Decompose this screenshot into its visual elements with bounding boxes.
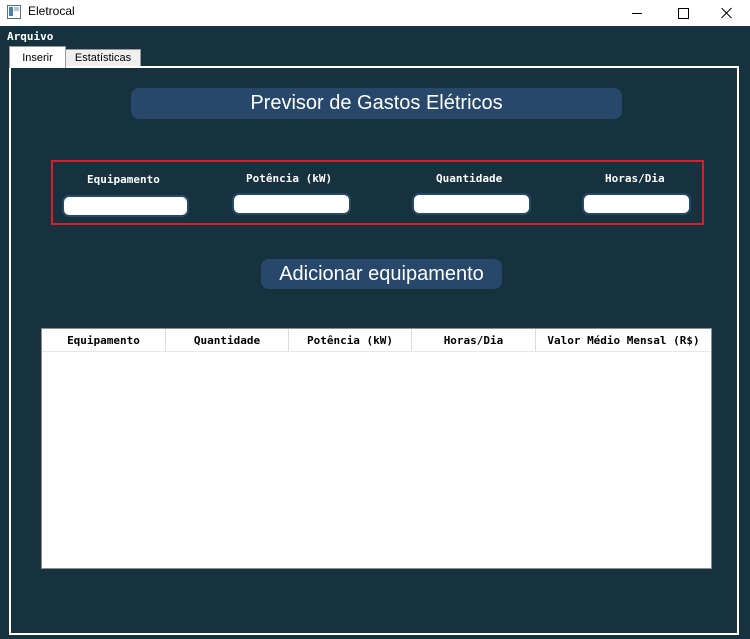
app-icon — [7, 5, 21, 19]
column-header-horas-dia[interactable]: Horas/Dia — [412, 329, 536, 351]
menu-arquivo[interactable]: Arquivo — [7, 30, 53, 43]
menu-bar: Arquivo — [0, 28, 750, 44]
close-button[interactable] — [704, 0, 750, 26]
table-header: Equipamento Quantidade Potência (kW) Hor… — [42, 329, 711, 352]
close-icon — [721, 7, 733, 19]
minimize-icon — [632, 12, 642, 14]
horas-dia-label: Horas/Dia — [605, 172, 665, 185]
minimize-button[interactable] — [614, 0, 660, 26]
column-header-equipamento[interactable]: Equipamento — [42, 329, 166, 351]
tab-estatisticas[interactable]: Estatísticas — [65, 49, 141, 67]
potencia-input[interactable] — [232, 193, 351, 215]
equipamento-input[interactable] — [62, 195, 189, 217]
maximize-icon — [677, 7, 689, 19]
equipment-table[interactable]: Equipamento Quantidade Potência (kW) Hor… — [41, 328, 712, 569]
tab-inserir[interactable]: Inserir — [9, 46, 66, 68]
maximize-button[interactable] — [660, 0, 706, 26]
equipamento-label: Equipamento — [87, 173, 160, 186]
page-title: Previsor de Gastos Elétricos — [131, 88, 622, 119]
quantidade-input[interactable] — [412, 193, 531, 215]
window-title: Eletrocal — [28, 4, 75, 18]
add-equipment-button[interactable]: Adicionar equipamento — [261, 259, 502, 289]
column-header-potencia[interactable]: Potência (kW) — [289, 329, 412, 351]
horas-dia-input[interactable] — [582, 193, 691, 215]
quantidade-label: Quantidade — [436, 172, 503, 185]
column-header-valor-medio-mensal[interactable]: Valor Médio Mensal (R$) — [536, 329, 711, 351]
title-bar: Eletrocal — [0, 0, 750, 26]
column-header-quantidade[interactable]: Quantidade — [166, 329, 289, 351]
potencia-label: Potência (kW) — [246, 172, 333, 185]
